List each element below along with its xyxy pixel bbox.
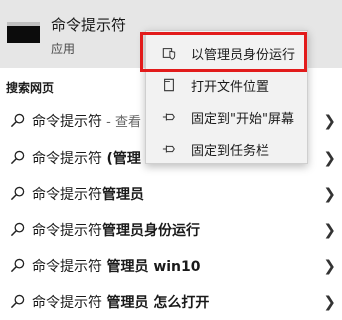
app-type: 应用 — [51, 42, 76, 56]
menu-item-pin-to-start[interactable]: 固定到"开始"屏幕 — [146, 101, 307, 131]
chevron-right-icon[interactable]: ❯ — [323, 293, 336, 311]
menu-item-open-file-location[interactable]: 打开文件位置 — [146, 69, 307, 99]
search-icon — [10, 150, 25, 165]
menu-item-pin-to-taskbar[interactable]: 固定到任务栏 — [146, 133, 307, 163]
result-text: 命令提示符管理员 — [32, 187, 144, 203]
chevron-right-icon[interactable]: ❯ — [323, 221, 336, 239]
pin-icon — [162, 145, 175, 153]
search-icon — [10, 222, 25, 237]
search-icon — [10, 186, 25, 201]
chevron-right-icon[interactable]: ❯ — [323, 185, 336, 203]
result-text: 命令提示符管理员身份运行 — [32, 223, 200, 239]
search-icon — [10, 294, 25, 309]
chevron-right-icon[interactable]: ❯ — [323, 257, 336, 275]
search-result-row[interactable]: 命令提示符管理员 ❯ — [0, 175, 342, 212]
app-title: 命令提示符 — [51, 16, 127, 34]
result-text: 命令提示符 管理员 怎么打开 — [32, 295, 210, 311]
pin-icon — [162, 113, 175, 121]
chevron-right-icon[interactable]: ❯ — [323, 149, 336, 167]
folder-icon — [164, 78, 174, 92]
menu-item-label: 固定到任务栏 — [191, 144, 270, 159]
section-title: 搜索网页 — [6, 81, 55, 95]
search-icon — [10, 258, 25, 273]
search-icon — [10, 113, 25, 128]
result-text: 命令提示符 管理员 win10 — [32, 259, 201, 275]
highlight-box — [140, 32, 307, 72]
menu-item-label: 打开文件位置 — [191, 80, 270, 95]
result-text: 命令提示符 - 查看 — [32, 114, 141, 130]
search-result-row[interactable]: 命令提示符 管理员 怎么打开 ❯ — [0, 283, 342, 320]
result-text: 命令提示符 (管理 — [32, 151, 141, 167]
command-prompt-icon — [7, 22, 40, 43]
menu-item-label: 固定到"开始"屏幕 — [191, 112, 294, 127]
search-result-row[interactable]: 命令提示符 管理员 win10 ❯ — [0, 247, 342, 284]
chevron-right-icon[interactable]: ❯ — [323, 112, 336, 130]
search-result-row[interactable]: 命令提示符管理员身份运行 ❯ — [0, 211, 342, 248]
